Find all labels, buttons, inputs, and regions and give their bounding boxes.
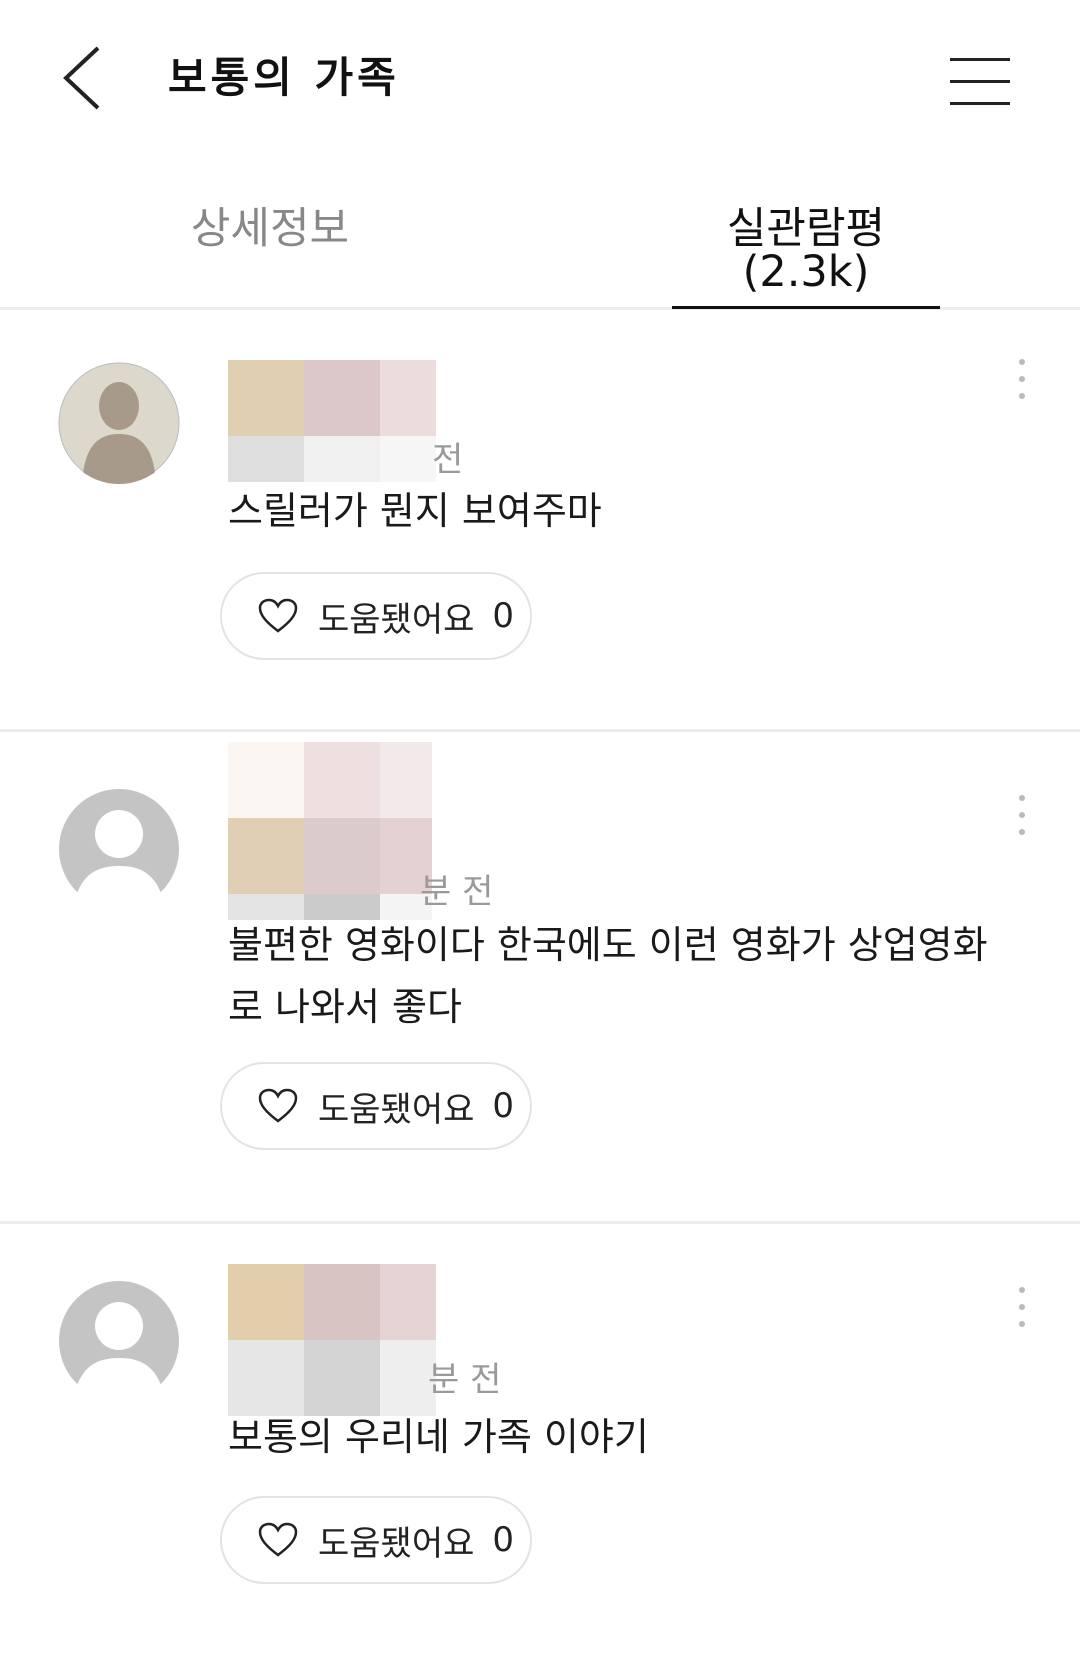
- app-header: 보통의 가족: [0, 0, 1080, 160]
- default-avatar-icon: [59, 789, 179, 910]
- active-tab-indicator: [672, 306, 940, 309]
- review-time: 전: [432, 440, 464, 480]
- tab-details[interactable]: 상세정보: [150, 208, 390, 310]
- helpful-button[interactable]: 도움됐어요 0: [220, 1496, 532, 1584]
- heart-icon: [258, 1088, 298, 1123]
- review-item: 전 스릴러가 뭔지 보여주마 도움됐어요 0: [0, 310, 1080, 732]
- hamburger-menu-icon[interactable]: [950, 56, 1010, 108]
- review-comment: 보통의 우리네 가족 이야기: [228, 1415, 649, 1459]
- blurred-username: [228, 1264, 436, 1416]
- more-options-icon[interactable]: [1004, 1282, 1040, 1332]
- blurred-username: [228, 360, 436, 482]
- blurred-username: [228, 742, 432, 920]
- helpful-label: 도움됐어요: [318, 599, 475, 640]
- tab-reviews[interactable]: 실관람평(2.3k): [672, 208, 940, 310]
- helpful-button[interactable]: 도움됐어요 0: [220, 1062, 532, 1150]
- helpful-count: 0: [492, 1086, 515, 1126]
- helpful-count: 0: [492, 596, 515, 636]
- heart-icon: [258, 1522, 298, 1557]
- avatar: [58, 362, 180, 484]
- heart-icon: [258, 598, 298, 633]
- review-comment: 불편한 영화이다 한국에도 이런 영화가 상업영화로 나와서 좋다: [228, 923, 988, 1029]
- helpful-label: 도움됐어요: [318, 1523, 475, 1564]
- default-avatar-icon: [59, 1281, 179, 1402]
- review-item: 분 전 보통의 우리네 가족 이야기 도움됐어요 0: [0, 1224, 1080, 1655]
- helpful-count: 0: [492, 1520, 515, 1560]
- helpful-button[interactable]: 도움됐어요 0: [220, 572, 532, 660]
- avatar: [58, 1280, 180, 1402]
- helpful-label: 도움됐어요: [318, 1089, 475, 1130]
- tab-bar: 상세정보 실관람평(2.3k): [0, 160, 1080, 310]
- review-time: 분 전: [420, 872, 494, 912]
- page-title: 보통의 가족: [168, 53, 400, 102]
- review-time: 분 전: [428, 1360, 502, 1400]
- more-options-icon[interactable]: [1004, 354, 1040, 404]
- avatar: [58, 788, 180, 910]
- chevron-left-icon[interactable]: [58, 42, 108, 114]
- review-item: 분 전 불편한 영화이다 한국에도 이런 영화가 상업영화로 나와서 좋다 도움…: [0, 732, 1080, 1224]
- review-comment: 스릴러가 뭔지 보여주마: [228, 489, 602, 533]
- person-silhouette-icon: [58, 362, 180, 484]
- more-options-icon[interactable]: [1004, 790, 1040, 840]
